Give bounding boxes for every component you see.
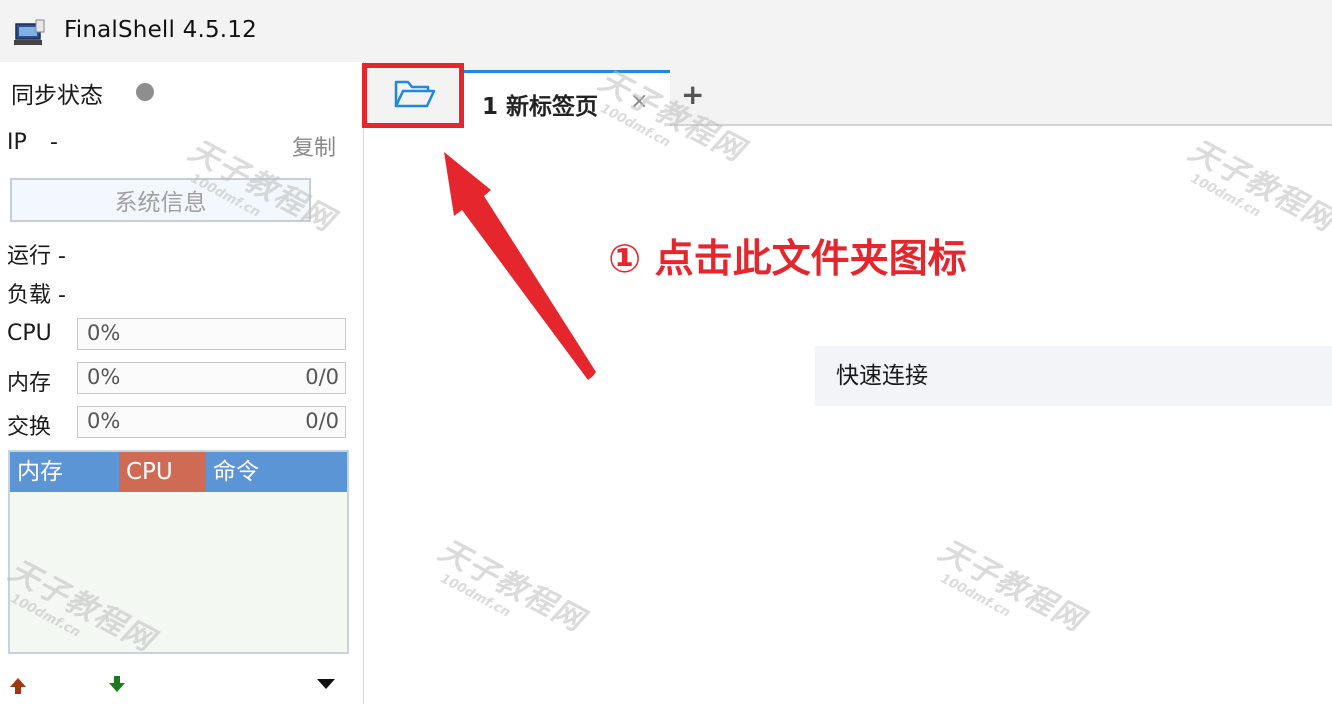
swap-percent: 0% — [87, 409, 121, 433]
quick-connect-button[interactable]: 快速连接 — [815, 346, 1332, 406]
cpu-meter: 0% — [77, 318, 346, 350]
tab-label: 1 新标签页 — [482, 94, 599, 120]
memory-meter: 0% 0/0 — [77, 362, 346, 394]
caret-down-icon[interactable] — [316, 677, 336, 691]
process-table[interactable]: 内存 CPU 命令 — [8, 450, 349, 654]
close-icon[interactable]: × — [630, 89, 648, 114]
arrow-up-icon — [10, 678, 26, 694]
uptime-text: 运行 - — [7, 244, 66, 269]
title-bar: FinalShell 4.5.12 — [0, 0, 1332, 62]
column-header-memory[interactable]: 内存 — [10, 452, 119, 492]
copy-ip-button[interactable]: 复制 — [292, 130, 336, 162]
process-table-header: 内存 CPU 命令 — [10, 452, 347, 492]
tab-bar: 1 新标签页 × + — [365, 62, 1332, 126]
column-header-cpu[interactable]: CPU — [119, 452, 206, 492]
cpu-percent: 0% — [87, 321, 121, 345]
column-header-command[interactable]: 命令 — [206, 452, 347, 492]
file-manager-button[interactable] — [365, 62, 464, 126]
arrow-down-icon — [109, 676, 125, 692]
memory-ratio: 0/0 — [305, 365, 339, 389]
ip-label: IP — [7, 130, 27, 155]
sync-status-dot — [136, 83, 154, 101]
swap-meter-label: 交换 — [7, 415, 52, 440]
memory-meter-label: 内存 — [7, 371, 52, 396]
ip-value: - — [50, 130, 58, 155]
load-text: 负载 - — [7, 283, 66, 308]
system-info-button[interactable]: 系统信息 — [10, 178, 311, 222]
memory-percent: 0% — [87, 365, 121, 389]
annotation-text: ① 点击此文件夹图标 — [608, 237, 967, 282]
swap-meter: 0% 0/0 — [77, 406, 346, 438]
add-tab-button[interactable]: + — [681, 78, 704, 111]
window-title: FinalShell 4.5.12 — [64, 17, 257, 43]
tab-new-tab[interactable]: 1 新标签页 × — [464, 70, 670, 126]
folder-open-icon — [394, 80, 435, 108]
monitor-icon — [14, 19, 45, 45]
status-sidebar: 同步状态 IP - 复制 系统信息 运行 - 负载 - CPU 0% 内存 0%… — [0, 62, 364, 704]
sync-status-label: 同步状态 — [11, 83, 103, 109]
swap-ratio: 0/0 — [305, 409, 339, 433]
cpu-meter-label: CPU — [7, 321, 52, 346]
main-content — [365, 128, 1332, 704]
